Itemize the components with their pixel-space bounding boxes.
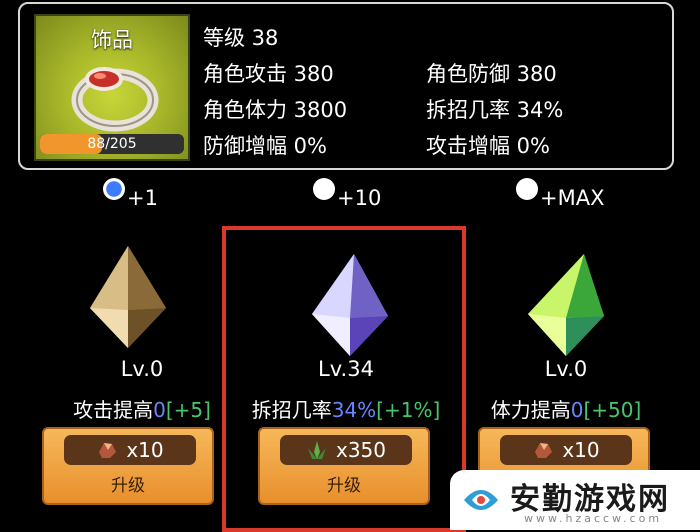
effect-bonus: [+50] <box>583 398 642 422</box>
upgrade-button[interactable]: x350 升级 <box>258 427 430 505</box>
radio-unselected-icon[interactable] <box>516 178 538 200</box>
gold-crystal-icon <box>90 246 166 348</box>
card-level: Lv.0 <box>544 357 588 381</box>
cost-pill: x10 <box>500 435 632 465</box>
stat-level: 等级 38 <box>203 26 279 50</box>
watermark-logo-icon <box>464 490 498 510</box>
card-effect: 体力提高0[+50] <box>446 394 686 423</box>
effect-value: 34% <box>331 398 377 422</box>
stat-attack-boost: 攻击增幅 0% <box>426 134 550 158</box>
cost-pill: x10 <box>64 435 196 465</box>
stat-defense: 角色防御 380 <box>426 62 557 86</box>
stat-attack: 角色攻击 380 <box>203 62 334 86</box>
cost-pill: x350 <box>280 435 412 465</box>
effect-name: 体力提高 <box>490 398 571 422</box>
item-slot[interactable]: 饰品 88/205 <box>34 14 190 161</box>
effect-value: 0 <box>570 398 584 422</box>
effect-value: 0 <box>153 398 166 422</box>
purple-crystal-icon <box>312 254 388 356</box>
card-level: Lv.34 <box>318 357 374 381</box>
herb-icon <box>307 441 326 459</box>
upgrade-label: 升级 <box>327 476 361 496</box>
item-info-panel: 饰品 88/205 等级 38 角色攻击 380 角色防御 380 角色体力 3… <box>18 2 674 170</box>
radio-plus-max[interactable]: +MAX <box>516 178 604 210</box>
cost-amount: x10 <box>562 438 600 462</box>
effect-name: 拆招几率 <box>251 398 332 422</box>
upgrade-card-hp[interactable]: Lv.0 体力提高0[+50] x10 升级 <box>446 222 686 507</box>
radio-plus-1[interactable]: +1 <box>103 178 158 210</box>
upgrade-card-parry[interactable]: Lv.34 拆招几率34%[+1%] x350 升级 <box>226 222 466 507</box>
effect-name: 攻击提高 <box>73 398 154 422</box>
radio-selected-icon[interactable] <box>103 178 125 200</box>
upgrade-button[interactable]: x10 升级 <box>42 427 214 505</box>
effect-bonus: [+1%] <box>376 398 441 422</box>
site-watermark: 安勤游戏网 www.hzaccw.com <box>450 470 700 530</box>
radio-plus-10[interactable]: +10 <box>313 178 381 210</box>
radio-label: +10 <box>337 186 382 210</box>
xp-progress-text: 88/205 <box>87 136 137 152</box>
ore-icon <box>535 443 553 458</box>
radio-unselected-icon[interactable] <box>313 178 335 200</box>
cost-amount: x10 <box>126 438 164 462</box>
ore-icon <box>99 443 117 458</box>
watermark-url: www.hzaccw.com <box>524 512 663 525</box>
radio-label: +1 <box>127 186 158 210</box>
stat-parry: 拆招几率 34% <box>426 98 564 122</box>
card-effect: 拆招几率34%[+1%] <box>226 394 466 423</box>
radio-label: +MAX <box>540 186 605 210</box>
green-crystal-icon <box>528 254 604 356</box>
cost-amount: x350 <box>335 438 386 462</box>
stat-defense-boost: 防御增幅 0% <box>203 134 327 158</box>
item-name: 饰品 <box>91 28 133 52</box>
ring-icon <box>71 67 159 132</box>
effect-bonus: [+5] <box>165 398 211 422</box>
stat-hp: 角色体力 3800 <box>203 98 348 122</box>
xp-progress-bar: 88/205 <box>40 134 184 154</box>
upgrade-label: 升级 <box>111 476 145 496</box>
